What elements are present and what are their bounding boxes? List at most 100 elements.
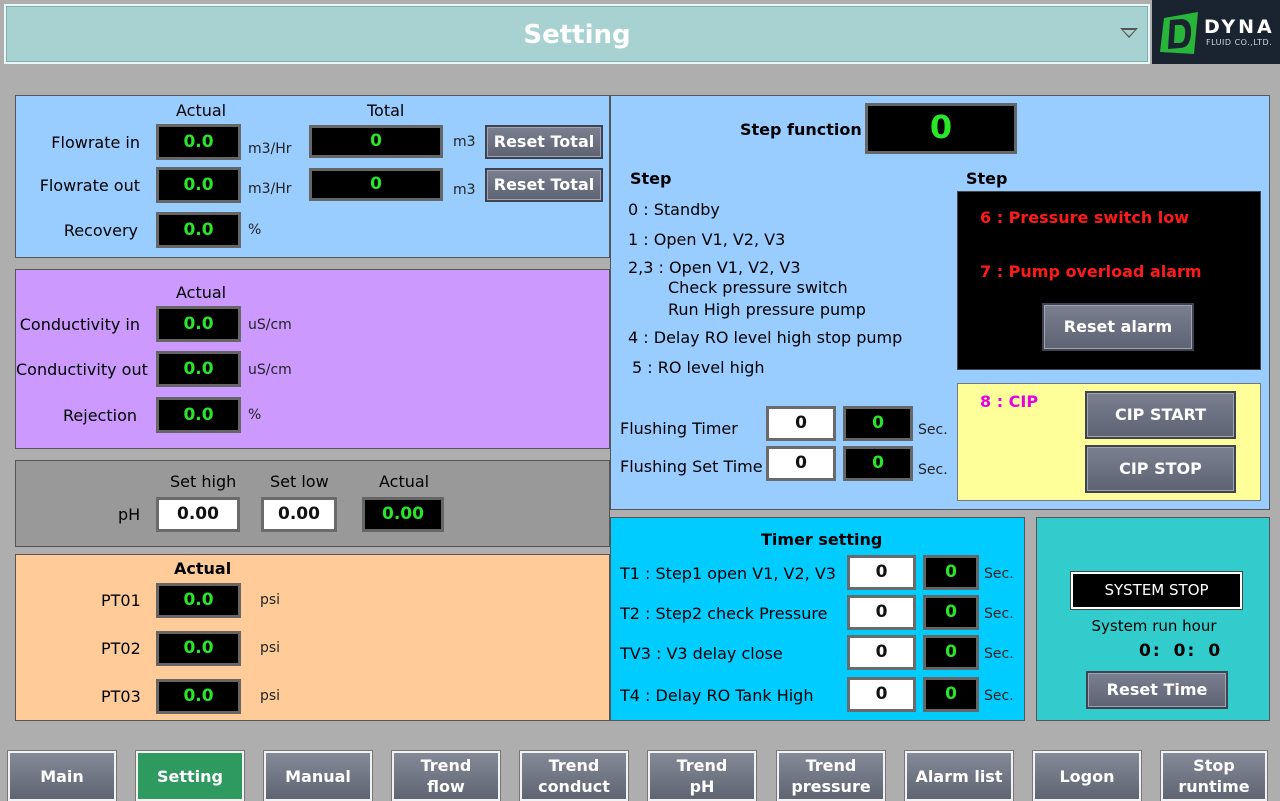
nav-setting-button[interactable]: Setting bbox=[136, 751, 244, 801]
ph-actual-value: 0.00 bbox=[362, 497, 444, 532]
logo-subtext: FLUID CO.,LTD. bbox=[1206, 38, 1273, 47]
step-item-1: 1 : Open V1, V2, V3 bbox=[628, 230, 786, 249]
flowrate-in-total: 0 bbox=[309, 125, 443, 158]
timer-t1-label: T1 : Step1 open V1, V2, V3 bbox=[620, 564, 836, 583]
system-panel: SYSTEM STOP System run hour 0:0:0 Reset … bbox=[1036, 517, 1270, 721]
timer-t1-input[interactable]: 0 bbox=[847, 555, 916, 590]
run-hour-label: System run hour bbox=[1091, 617, 1217, 635]
flushing-timer-unit: Sec. bbox=[918, 422, 948, 438]
ph-set-high-input[interactable]: 0.00 bbox=[156, 497, 240, 532]
nav-trend-ph-button[interactable]: Trend pH bbox=[648, 751, 756, 801]
pt01-label: PT01 bbox=[101, 591, 141, 610]
timer-title: Timer setting bbox=[761, 530, 883, 549]
system-status-display: SYSTEM STOP bbox=[1071, 572, 1242, 609]
nav-manual-button[interactable]: Manual bbox=[264, 751, 372, 801]
ph-label: pH bbox=[118, 505, 141, 524]
alarm-pressure-switch-low: 6 : Pressure switch low bbox=[980, 208, 1190, 227]
recovery-actual: 0.0 bbox=[156, 212, 241, 248]
rejection-label: Rejection bbox=[63, 406, 137, 425]
dyna-logo-icon bbox=[1160, 12, 1198, 54]
rejection-value: 0.0 bbox=[156, 397, 241, 433]
pt03-unit: psi bbox=[260, 688, 281, 704]
title-bar: Setting bbox=[4, 4, 1150, 64]
conductivity-out-unit: uS/cm bbox=[248, 362, 292, 378]
rejection-unit: % bbox=[248, 407, 262, 423]
alarm-step-header: Step bbox=[966, 169, 1008, 188]
step-panel: Step function 0 Step 0 : Standby 1 : Ope… bbox=[610, 95, 1270, 510]
ph-set-low-label: Set low bbox=[270, 472, 329, 491]
timer-tv3-unit: Sec. bbox=[984, 646, 1014, 662]
flowrate-out-actual: 0.0 bbox=[156, 167, 241, 203]
step-item-5: 5 : RO level high bbox=[632, 358, 765, 377]
alarm-pump-overload: 7 : Pump overload alarm bbox=[980, 262, 1202, 281]
flushing-timer-label: Flushing Timer bbox=[620, 419, 738, 438]
timer-t4-unit: Sec. bbox=[984, 688, 1014, 704]
flowrate-out-total-unit: m3 bbox=[453, 182, 476, 198]
timer-t4-actual: 0 bbox=[923, 677, 979, 712]
timer-panel: Timer setting T1 : Step1 open V1, V2, V3… bbox=[610, 517, 1025, 721]
recovery-label: Recovery bbox=[63, 221, 138, 240]
pt02-unit: psi bbox=[260, 640, 281, 656]
timer-tv3-actual: 0 bbox=[923, 635, 979, 670]
nav-trend-pressure-button[interactable]: Trend pressure bbox=[777, 751, 885, 801]
page-title: Setting bbox=[523, 20, 631, 50]
nav-trend-conduct-button[interactable]: Trend conduct bbox=[520, 751, 628, 801]
reset-time-button[interactable]: Reset Time bbox=[1086, 671, 1228, 709]
timer-t2-label: T2 : Step2 check Pressure bbox=[620, 604, 828, 623]
run-hour-hours: 0 bbox=[1139, 641, 1151, 661]
timer-tv3-label: TV3 : V3 delay close bbox=[620, 644, 783, 663]
timer-t2-actual: 0 bbox=[923, 595, 979, 630]
step-item-2-detail-2: Run High pressure pump bbox=[668, 300, 866, 319]
nav-trend-flow-button[interactable]: Trend flow bbox=[392, 751, 500, 801]
flow-actual-header: Actual bbox=[176, 101, 227, 120]
cond-actual-header: Actual bbox=[176, 283, 227, 302]
chevron-down-icon[interactable] bbox=[1120, 28, 1138, 38]
nav-logon-button[interactable]: Logon bbox=[1033, 751, 1141, 801]
timer-t4-input[interactable]: 0 bbox=[847, 677, 916, 712]
cip-start-button[interactable]: CIP START bbox=[1085, 391, 1236, 439]
cip-label: 8 : CIP bbox=[980, 392, 1039, 411]
step-function-label: Step function bbox=[740, 120, 862, 139]
pt01-unit: psi bbox=[260, 592, 281, 608]
flushing-timer-input[interactable]: 0 bbox=[766, 406, 836, 441]
run-hour-minutes: 0 bbox=[1173, 641, 1186, 661]
reset-alarm-button[interactable]: Reset alarm bbox=[1042, 303, 1194, 351]
reset-total-in-button[interactable]: Reset Total bbox=[485, 125, 603, 159]
flowrate-out-total: 0 bbox=[309, 168, 443, 201]
nav-alarm-list-button[interactable]: Alarm list bbox=[905, 751, 1013, 801]
step-item-2-detail-1: Check pressure switch bbox=[668, 278, 848, 297]
conductivity-out-label: Conductivity out bbox=[16, 360, 148, 379]
run-hour-separator: : bbox=[1187, 641, 1195, 661]
pt03-label: PT03 bbox=[101, 687, 141, 706]
flow-total-header: Total bbox=[367, 101, 405, 120]
flushing-set-time-label: Flushing Set Time bbox=[620, 457, 763, 476]
flowrate-in-label: Flowrate in bbox=[51, 133, 140, 152]
step-item-2: 2,3 : Open V1, V2, V3 bbox=[628, 258, 801, 277]
cip-box: 8 : CIP CIP START CIP STOP bbox=[957, 383, 1261, 501]
flushing-set-time-input[interactable]: 0 bbox=[766, 446, 836, 481]
company-logo: DYNA FLUID CO.,LTD. bbox=[1152, 0, 1280, 64]
run-hour-separator: : bbox=[1152, 641, 1160, 661]
timer-t2-unit: Sec. bbox=[984, 606, 1014, 622]
step-list-header: Step bbox=[630, 169, 672, 188]
pt01-value: 0.0 bbox=[156, 583, 241, 618]
flowrate-in-total-unit: m3 bbox=[453, 134, 476, 150]
nav-stop-runtime-button[interactable]: Stop runtime bbox=[1161, 751, 1267, 801]
cip-stop-button[interactable]: CIP STOP bbox=[1085, 445, 1236, 493]
timer-t2-input[interactable]: 0 bbox=[847, 595, 916, 630]
reset-total-out-button[interactable]: Reset Total bbox=[485, 168, 603, 202]
nav-main-button[interactable]: Main bbox=[8, 751, 116, 801]
timer-tv3-input[interactable]: 0 bbox=[847, 635, 916, 670]
ph-panel: Set high Set low Actual pH 0.00 0.00 0.0… bbox=[15, 460, 610, 547]
pt03-value: 0.0 bbox=[156, 679, 241, 714]
pressure-actual-header: Actual bbox=[174, 559, 232, 578]
ph-actual-label: Actual bbox=[379, 472, 430, 491]
ph-set-low-input[interactable]: 0.00 bbox=[261, 497, 337, 532]
flowrate-out-unit: m3/Hr bbox=[248, 181, 292, 197]
run-hour-seconds: 0 bbox=[1208, 641, 1221, 661]
conductivity-panel: Actual Conductivity in 0.0 uS/cm Conduct… bbox=[15, 269, 610, 449]
flowrate-in-unit: m3/Hr bbox=[248, 141, 292, 157]
pt02-label: PT02 bbox=[101, 639, 141, 658]
flowrate-in-actual: 0.0 bbox=[156, 124, 241, 160]
alarm-box: 6 : Pressure switch low 7 : Pump overloa… bbox=[957, 191, 1261, 370]
